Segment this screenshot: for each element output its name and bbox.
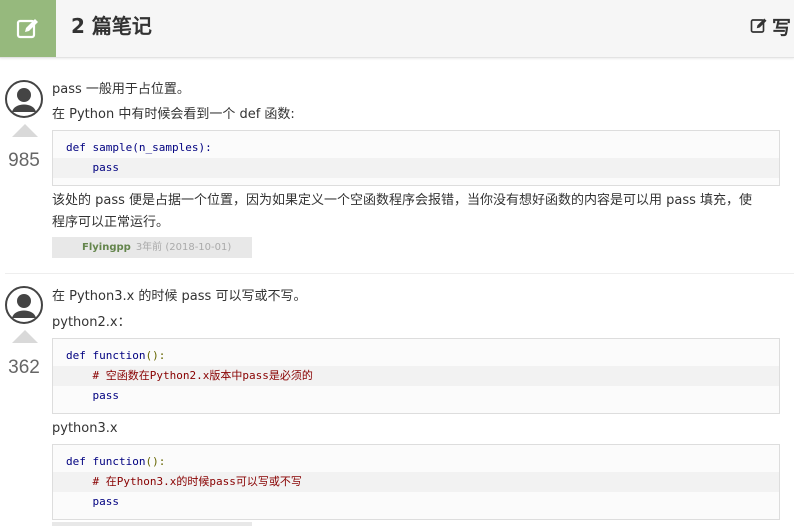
code-line: def sample(n_samples): bbox=[53, 138, 779, 158]
code-keyword: def bbox=[66, 349, 86, 362]
note-edit-icon bbox=[0, 0, 56, 57]
upvote-button[interactable] bbox=[12, 330, 38, 343]
vote-count: 985 bbox=[8, 150, 40, 171]
code-function-name: function bbox=[85, 349, 146, 362]
note-text-line: 在 Python 中有时候会看到一个 def 函数: bbox=[52, 107, 295, 122]
write-note-button[interactable]: 写 bbox=[750, 12, 791, 40]
code-keyword: def bbox=[66, 455, 86, 468]
code-parens: (): bbox=[145, 455, 166, 468]
code-keyword: pass bbox=[92, 161, 120, 174]
code-comment: # 空函数在Python2.x版本中pass是必须的 bbox=[92, 369, 313, 382]
note-text-line: 在 Python3.x 的时候 pass 可以写或不写。 bbox=[52, 289, 307, 304]
code-line: pass bbox=[53, 158, 779, 178]
user-avatar-icon bbox=[5, 286, 43, 324]
note-paragraph: 该处的 pass 便是占据一个位置，因为如果定义一个空函数程序会报错，当你没有想… bbox=[52, 193, 753, 230]
notes-count-title: 2 篇笔记 bbox=[71, 14, 152, 38]
code-line: # 在Python3.x的时候pass可以写或不写 bbox=[53, 472, 779, 492]
code-keyword: def bbox=[66, 141, 86, 154]
code-block-python3: def function(): # 在Python3.x的时候pass可以写或不… bbox=[52, 444, 780, 520]
code-parens: (): bbox=[145, 349, 166, 362]
code-block-python2: def function(): # 空函数在Python2.x版本中pass是必… bbox=[52, 338, 780, 414]
notes-header: 2 篇笔记 写 bbox=[0, 0, 794, 58]
code-keyword: pass bbox=[92, 495, 120, 508]
note-text-line: pass 一般用于占位置。 bbox=[52, 82, 190, 97]
code-line: # 空函数在Python2.x版本中pass是必须的 bbox=[53, 366, 779, 386]
code-signature: sample(n_samples): bbox=[85, 141, 212, 154]
code-block: def sample(n_samples): pass bbox=[52, 130, 780, 186]
note-text-line: python3.x bbox=[52, 421, 118, 436]
author-link[interactable]: Flyingpp bbox=[82, 242, 131, 253]
code-keyword: pass bbox=[92, 389, 120, 402]
author-bar: Flyingpp 3年前 (2018-10-01) bbox=[52, 237, 252, 258]
code-line: pass bbox=[53, 492, 779, 512]
user-avatar-icon bbox=[5, 80, 43, 118]
note-text-line: python2.x： bbox=[52, 315, 131, 330]
author-bar bbox=[52, 522, 252, 526]
code-function-name: function bbox=[85, 455, 146, 468]
code-line: def function(): bbox=[53, 452, 779, 472]
write-note-label: 写 bbox=[772, 16, 792, 39]
code-comment: # 在Python3.x的时候pass可以写或不写 bbox=[92, 475, 302, 488]
note-divider bbox=[5, 273, 794, 274]
code-line: def function(): bbox=[53, 346, 779, 366]
post-time: 3年前 (2018-10-01) bbox=[135, 242, 232, 253]
code-line: pass bbox=[53, 386, 779, 406]
pencil-icon bbox=[750, 18, 767, 33]
upvote-button[interactable] bbox=[12, 124, 38, 137]
vote-count: 362 bbox=[8, 357, 40, 378]
